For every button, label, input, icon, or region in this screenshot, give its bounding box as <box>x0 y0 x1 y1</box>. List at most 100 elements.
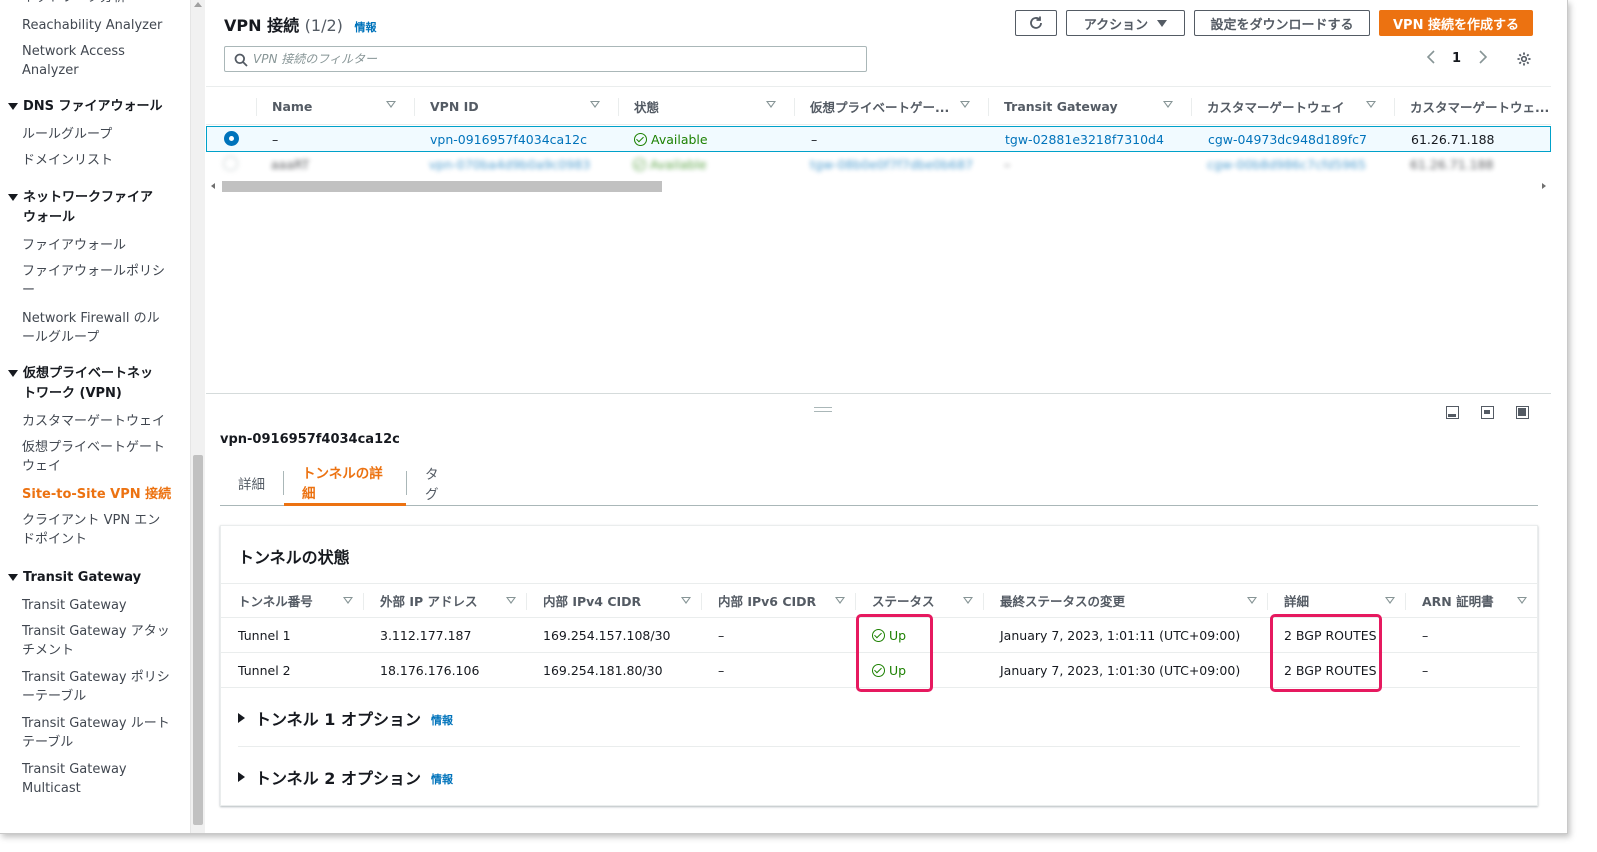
sidebar-item-virtual-private-gateways[interactable]: 仮想プライベートゲートウェイ <box>22 438 172 476</box>
actions-button[interactable]: アクション <box>1066 10 1185 36</box>
sidebar-item-tgw-route-tables[interactable]: Transit Gateway ルートテーブル <box>22 714 172 752</box>
sidebar-section-dns-firewall[interactable]: DNS ファイアウォール <box>8 97 168 117</box>
column-header-vpn-id[interactable]: VPN ID <box>414 87 618 125</box>
filter-field[interactable] <box>224 46 867 72</box>
panel-side-icon[interactable] <box>1481 406 1494 419</box>
sort-icon <box>1385 597 1395 604</box>
cell-outside-ip: 18.176.176.106 <box>380 662 480 678</box>
panel-bottom-icon[interactable] <box>1446 406 1459 419</box>
prev-page-icon[interactable] <box>1426 50 1436 68</box>
sort-icon <box>835 597 845 604</box>
sidebar-item-transit-gateways[interactable]: Transit Gateway <box>22 596 172 615</box>
detail-tabs: 詳細 トンネルの詳細 タグ <box>220 461 1538 506</box>
sidebar-item-tgw-multicast[interactable]: Transit Gateway Multicast <box>22 760 172 798</box>
column-header-details[interactable]: 詳細 <box>1267 584 1405 617</box>
expander-title: トンネル 2 オプション <box>255 769 421 788</box>
sidebar-item-network-access-analyzer[interactable]: Network Access Analyzer <box>22 42 172 80</box>
sidebar-item-tgw-policy-tables[interactable]: Transit Gateway ポリシーテーブル <box>22 668 172 706</box>
sidebar-item-site-to-site-vpn[interactable]: Site-to-Site VPN 接続 <box>22 485 172 504</box>
row-radio[interactable] <box>223 156 238 171</box>
create-vpn-button[interactable]: VPN 接続を作成する <box>1379 10 1533 36</box>
sidebar-scrollbar[interactable] <box>190 0 205 833</box>
sidebar-item-firewall-policies[interactable]: ファイアウォールポリシー <box>22 262 172 300</box>
settings-gear-icon[interactable] <box>1516 51 1532 71</box>
sidebar-item-firewalls[interactable]: ファイアウォール <box>22 236 172 255</box>
scroll-up-arrow-icon[interactable] <box>194 2 202 7</box>
column-header-customer-gateway-address[interactable]: カスタマーゲートウェ... <box>1394 87 1551 125</box>
column-header-name[interactable]: Name <box>256 87 414 125</box>
column-header-state[interactable]: 状態 <box>618 87 794 125</box>
cell-certificate-arn: – <box>1422 627 1429 643</box>
sidebar-section-vpn[interactable]: 仮想プライベートネットワーク (VPN) <box>8 364 168 404</box>
sidebar-scroll-thumb[interactable] <box>193 455 203 825</box>
actions-label: アクション <box>1083 17 1149 33</box>
next-page-icon[interactable] <box>1478 50 1488 68</box>
tab-tags[interactable]: タグ <box>407 461 469 505</box>
table-row-blurred[interactable]: aaaRT vpn-070ba4d9b0a9c0983 Available tg… <box>206 152 1551 178</box>
page-number[interactable]: 1 <box>1452 51 1461 66</box>
sidebar: ネットワーク分析 Reachability Analyzer Network A… <box>0 0 192 833</box>
column-header-inside-ipv4[interactable]: 内部 IPv4 CIDR <box>526 584 701 617</box>
horizontal-scrollbar[interactable] <box>208 180 1549 193</box>
refresh-button[interactable] <box>1015 10 1057 36</box>
sort-icon <box>590 101 600 108</box>
column-header-last-status-change[interactable]: 最終ステータスの変更 <box>983 584 1267 617</box>
sidebar-section-network-firewall[interactable]: ネットワークファイアウォール <box>8 188 168 228</box>
sidebar-item-client-vpn-endpoints[interactable]: クライアント VPN エンドポイント <box>22 511 172 549</box>
column-label: ARN 証明書 <box>1422 594 1494 609</box>
table-row-selected[interactable]: – vpn-0916957f4034ca12c Available – tgw-… <box>206 126 1551 152</box>
column-label: 外部 IP アドレス <box>380 594 478 609</box>
drag-handle-icon[interactable] <box>814 407 832 412</box>
tab-details[interactable]: 詳細 <box>220 461 283 505</box>
sort-icon <box>1517 597 1527 604</box>
sidebar-item-customer-gateways[interactable]: カスタマーゲートウェイ <box>22 412 172 431</box>
column-label: ステータス <box>872 594 935 609</box>
sidebar-item-nfw-rule-groups[interactable]: Network Firewall のルールグループ <box>22 309 172 347</box>
column-header-inside-ipv6[interactable]: 内部 IPv6 CIDR <box>701 584 855 617</box>
column-label: VPN ID <box>430 98 479 114</box>
cell-vgw: – <box>1004 156 1011 172</box>
sidebar-item-tgw-attachments[interactable]: Transit Gateway アタッチメント <box>22 622 172 660</box>
vpn-id-link[interactable]: vpn-070ba4d9b0a9c0983 <box>429 152 614 176</box>
download-config-button[interactable]: 設定をダウンロードする <box>1194 10 1370 36</box>
info-link[interactable]: 情報 <box>354 21 376 34</box>
filter-input[interactable] <box>253 50 853 68</box>
sidebar-item-rule-groups[interactable]: ルールグループ <box>22 125 172 144</box>
horizontal-scroll-thumb[interactable] <box>222 181 662 192</box>
panel-full-icon[interactable] <box>1516 406 1529 419</box>
column-label: 最終ステータスの変更 <box>1000 594 1126 609</box>
vpn-connections-table: Name VPN ID 状態 仮想プライベートゲー... Transit Gat… <box>206 86 1551 394</box>
info-link[interactable]: 情報 <box>431 712 453 728</box>
sidebar-section-transit-gateway[interactable]: Transit Gateway <box>8 568 168 588</box>
scroll-right-arrow-icon[interactable] <box>1542 183 1546 189</box>
cell-name: – <box>272 131 279 147</box>
info-link[interactable]: 情報 <box>431 771 453 787</box>
column-label: Transit Gateway <box>1004 98 1118 114</box>
column-header-customer-gateway[interactable]: カスタマーゲートウェイ <box>1191 87 1394 125</box>
scroll-left-arrow-icon[interactable] <box>211 183 215 189</box>
column-header-tunnel-number[interactable]: トンネル番号 <box>221 584 363 617</box>
column-header-vgw[interactable]: 仮想プライベートゲー... <box>794 87 988 125</box>
selection-count: (1/2) <box>304 16 343 35</box>
transit-gateway-link[interactable]: tgw-02881e3218f7310d4 <box>1005 127 1190 151</box>
sidebar-item-reachability-analyzer[interactable]: Reachability Analyzer <box>22 16 172 35</box>
column-header-transit-gateway[interactable]: Transit Gateway <box>988 87 1191 125</box>
sort-icon <box>343 597 353 604</box>
tab-tunnel-details[interactable]: トンネルの詳細 <box>284 461 406 506</box>
column-header-status[interactable]: ステータス <box>855 584 983 617</box>
column-header-outside-ip[interactable]: 外部 IP アドレス <box>363 584 526 617</box>
sidebar-item-domain-lists[interactable]: ドメインリスト <box>22 151 172 170</box>
cell-last-status-change: January 7, 2023, 1:01:11 (UTC+09:00) <box>1000 627 1241 643</box>
transit-gateway-link[interactable]: tgw-08b0e0f7f7dbe0b687 <box>810 152 980 176</box>
tunnel-2-options-expander[interactable]: トンネル 2 オプション 情報 <box>238 748 1520 806</box>
search-icon <box>234 53 248 67</box>
caret-right-icon <box>238 712 245 723</box>
column-header-certificate-arn[interactable]: ARN 証明書 <box>1405 584 1537 617</box>
customer-gateway-link[interactable]: cgw-04973dc948d189fc7 <box>1208 127 1393 151</box>
row-radio-selected[interactable] <box>224 131 239 146</box>
vpn-id-link[interactable]: vpn-0916957f4034ca12c <box>430 127 615 151</box>
tunnel-1-options-expander[interactable]: トンネル 1 オプション 情報 <box>238 689 1520 747</box>
sidebar-item-cutoff[interactable]: ネットワーク分析 <box>22 0 172 7</box>
customer-gateway-link[interactable]: cgw-00b8d986c7cfd5965 <box>1207 152 1392 176</box>
main-content: VPN 接続 (1/2) 情報 アクション 設定をダウンロードする VPN 接続… <box>206 0 1567 833</box>
